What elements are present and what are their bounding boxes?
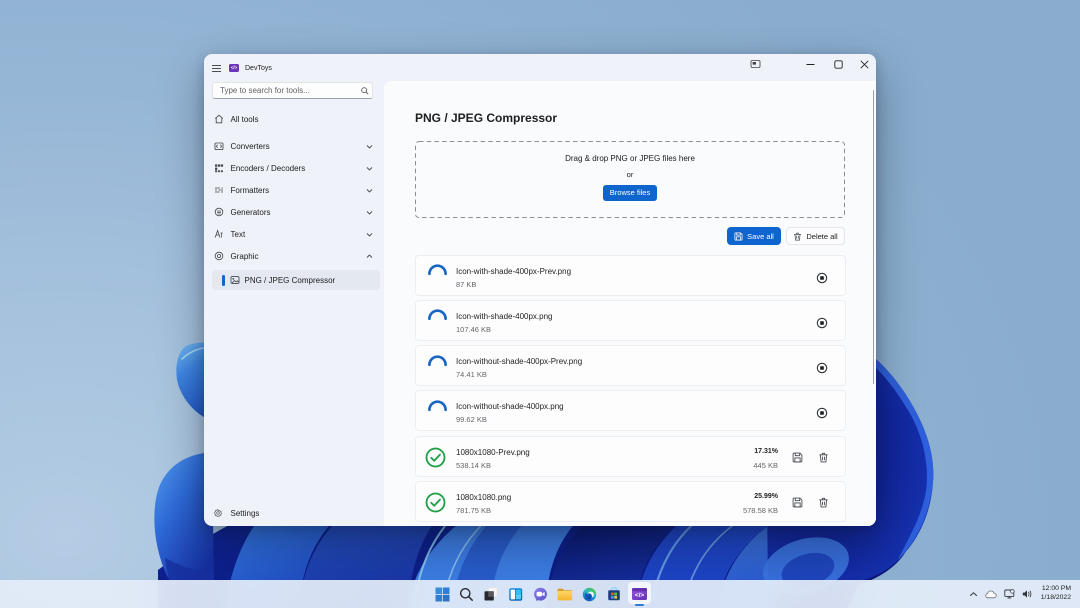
svg-text:</>: </> xyxy=(634,592,644,599)
